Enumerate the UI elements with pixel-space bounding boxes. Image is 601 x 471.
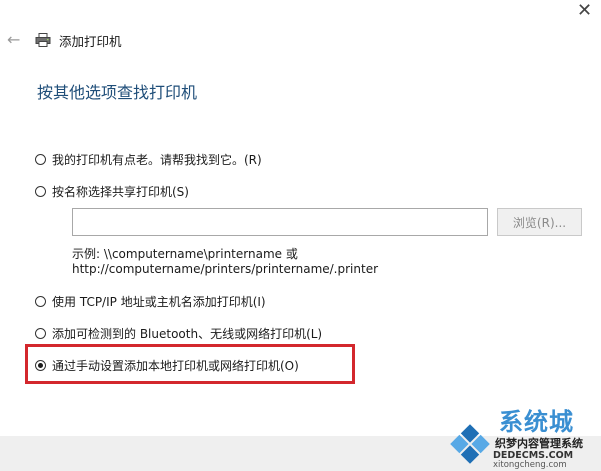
browse-button[interactable]: 浏览(R)...	[497, 208, 582, 236]
watermark: 系统城 织梦内容管理系统 DEDECMS.COM xitongcheng.com	[447, 408, 601, 471]
option-tcpip[interactable]: 使用 TCP/IP 地址或主机名添加打印机(I)	[35, 293, 266, 310]
example-text-line-1: 示例: \\computername\printername 或	[72, 247, 298, 261]
option-manual-local[interactable]: 通过手动设置添加本地打印机或网络打印机(O)	[35, 357, 299, 374]
option-shared-by-name[interactable]: 按名称选择共享打印机(S)	[35, 183, 189, 200]
option-printer-is-old[interactable]: 我的打印机有点老。请帮我找到它。(R)	[35, 151, 262, 168]
option-label: 我的打印机有点老。请帮我找到它。(R)	[52, 153, 262, 167]
window-title: 添加打印机	[59, 33, 122, 49]
option-label: 使用 TCP/IP 地址或主机名添加打印机(I)	[52, 295, 266, 309]
back-arrow-icon: ←	[7, 30, 21, 49]
radio-manual-local[interactable]	[35, 360, 46, 371]
option-label: 按名称选择共享打印机(S)	[52, 185, 189, 199]
shared-printer-name-input[interactable]	[72, 208, 488, 236]
example-text-line-2: http://computername/printers/printername…	[72, 262, 379, 276]
option-label: 添加可检测到的 Bluetooth、无线或网络打印机(L)	[52, 327, 323, 341]
back-button[interactable]: ←	[7, 31, 25, 49]
radio-shared-by-name[interactable]	[35, 186, 46, 197]
printer-icon	[35, 33, 51, 47]
windows-logo-icon	[450, 424, 490, 464]
watermark-url-secondary: xitongcheng.com	[493, 460, 567, 470]
watermark-subtitle: 织梦内容管理系统	[495, 437, 583, 450]
option-bluetooth-wireless[interactable]: 添加可检测到的 Bluetooth、无线或网络打印机(L)	[35, 325, 322, 342]
close-icon: ✕	[576, 0, 593, 21]
watermark-brand: 系统城	[499, 408, 574, 436]
radio-tcpip[interactable]	[35, 296, 46, 307]
radio-bluetooth-wireless[interactable]	[35, 328, 46, 339]
option-label: 通过手动设置添加本地打印机或网络打印机(O)	[52, 359, 299, 373]
title-bar: 添加打印机	[35, 31, 122, 49]
radio-printer-is-old[interactable]	[35, 154, 46, 165]
page-title: 按其他选项查找打印机	[37, 83, 198, 102]
close-button[interactable]: ✕	[568, 0, 601, 22]
